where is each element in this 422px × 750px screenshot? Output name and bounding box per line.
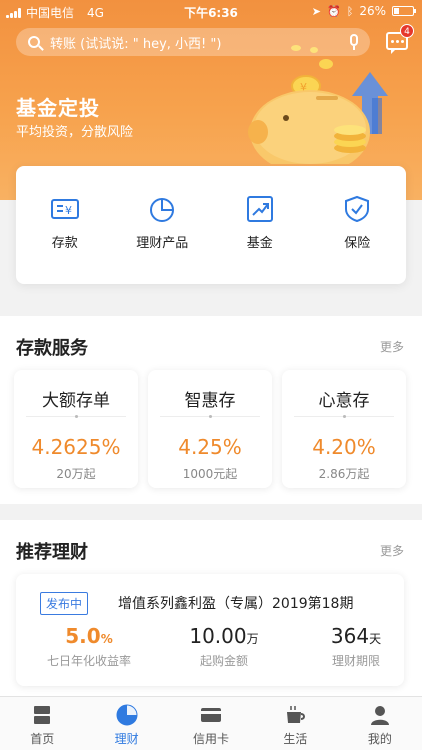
deposit-rate: 4.25% [178, 435, 242, 459]
hero-title: 基金定投 [16, 96, 100, 120]
term-metric: 364天 理财期限 [316, 624, 396, 669]
recommend-more-link[interactable]: 更多 [380, 542, 404, 559]
tab-home[interactable]: 首页 [0, 697, 84, 750]
message-badge: 4 [400, 24, 414, 38]
minimum-metric: 10.00万 起购金额 [184, 624, 264, 669]
yield-value: 5.0 [65, 624, 101, 648]
tab-label: 理财 [114, 732, 139, 746]
search-placeholder: 转账 (试试说: " hey, 小西! ") [50, 36, 222, 52]
product-card[interactable]: 发布中 增值系列鑫利盈（专属）2019第18期 5.0% 七日年化收益率 10.… [16, 574, 404, 686]
deposit-name: 智惠存 [184, 391, 236, 411]
battery-icon [392, 6, 416, 16]
divider [294, 415, 394, 418]
term-unit: 天 [369, 632, 382, 646]
deposit-cards: 大额存单 4.2625% 20万起 智惠存 4.25% 1000元起 心意存 4… [14, 370, 406, 488]
life-icon [287, 706, 306, 723]
search-icon [28, 36, 40, 48]
term-label: 理财期限 [331, 654, 380, 668]
tab-life[interactable]: 生活 [253, 697, 337, 750]
quick-action-insurance[interactable]: 保险 [309, 166, 407, 284]
deposit-rate: 4.2625% [31, 435, 121, 459]
location-icon: ➤ [311, 4, 322, 18]
divider [26, 415, 126, 418]
tab-wealth[interactable]: 理财 [84, 697, 168, 750]
deposit-name: 大额存单 [42, 391, 110, 411]
minimum-value: 10.00 [189, 624, 247, 648]
quick-action-deposit[interactable]: ¥ 存款 [16, 166, 114, 284]
deposit-icon: ¥ [50, 199, 79, 219]
yield-label: 七日年化收益率 [46, 654, 131, 668]
alarm-icon: ⏰ [327, 4, 341, 18]
minimum-label: 起购金额 [199, 654, 248, 668]
minimum-unit: 万 [246, 632, 259, 646]
yield-metric: 5.0% 七日年化收益率 [44, 624, 134, 669]
quick-action-label: 存款 [51, 236, 78, 251]
deposit-name: 心意存 [318, 391, 370, 411]
battery-percent: 26% [359, 4, 386, 18]
svg-text:¥: ¥ [65, 204, 72, 217]
bluetooth-icon: ᛒ [346, 4, 354, 18]
shield-icon [345, 195, 370, 223]
credit-card-icon [201, 708, 222, 722]
deposit-card[interactable]: 大额存单 4.2625% 20万起 [14, 370, 138, 488]
tab-label: 首页 [30, 732, 55, 746]
quick-action-label: 基金 [246, 236, 273, 251]
hero-subtitle: 平均投资，分散风险 [16, 125, 134, 140]
divider [160, 415, 260, 418]
home-icon [34, 706, 51, 724]
term-value: 364 [330, 624, 370, 648]
quick-actions-card: ¥ 存款 理财产品 基金 保险 [16, 166, 406, 284]
yield-unit: % [100, 632, 113, 646]
deposit-card[interactable]: 心意存 4.20% 2.86万起 [282, 370, 406, 488]
deposit-minimum: 1000元起 [182, 467, 238, 481]
status-badge: 发布中 [40, 592, 89, 615]
piggy-bank-illustration: ¥ [248, 45, 388, 164]
deposit-minimum: 2.86万起 [318, 467, 370, 481]
product-name: 增值系列鑫利盈（专属）2019第18期 [118, 596, 354, 612]
deposit-rate: 4.20% [312, 435, 376, 459]
tab-label: 我的 [367, 732, 392, 746]
trend-up-icon [246, 196, 273, 222]
tab-label: 生活 [283, 732, 308, 746]
quick-action-funds[interactable]: 基金 [211, 166, 309, 284]
wealth-icon [116, 704, 138, 726]
quick-action-label: 理财产品 [136, 236, 189, 251]
tab-profile[interactable]: 我的 [338, 697, 422, 750]
deposit-section-title: 存款服务 [16, 338, 88, 359]
tab-label: 信用卡 [193, 732, 230, 746]
pie-chart-icon [150, 198, 175, 222]
quick-action-label: 保险 [344, 236, 371, 251]
quick-action-wealth-products[interactable]: 理财产品 [114, 166, 212, 284]
status-bar: 中国电信 4G 下午6:36 ➤ ⏰ ᛒ 26% [0, 0, 422, 22]
recommend-section-title: 推荐理财 [16, 542, 88, 563]
deposit-card[interactable]: 智惠存 4.25% 1000元起 [148, 370, 272, 488]
bottom-tab-bar: 首页 理财 信用卡 生活 我的 [0, 696, 422, 750]
tab-credit-card[interactable]: 信用卡 [169, 697, 253, 750]
deposit-more-link[interactable]: 更多 [380, 338, 404, 355]
profile-icon [370, 706, 389, 725]
deposit-minimum: 20万起 [56, 467, 96, 481]
